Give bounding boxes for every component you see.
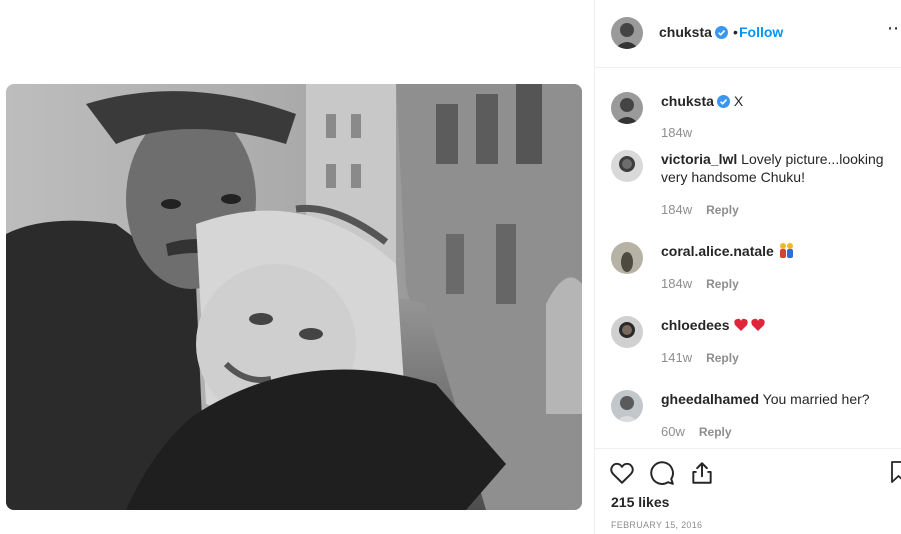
reply-button[interactable]: Reply — [699, 425, 732, 439]
post-date[interactable]: FEBRUARY 15, 2016 — [611, 520, 702, 530]
comment-item: victoria_lwl Lovely picture...looking ve… — [611, 150, 896, 220]
caption-comment: chuksta X 184w — [611, 92, 896, 152]
comment-time[interactable]: 141w — [661, 350, 692, 365]
verified-badge-icon — [714, 26, 728, 39]
comment-avatar[interactable] — [611, 316, 643, 348]
comment-text: chuksta X — [661, 92, 891, 110]
reply-button[interactable]: Reply — [706, 277, 739, 291]
separator-dot: • — [733, 24, 738, 40]
post-sidebar: chuksta • Follow ⋯ chuksta X 184w victor… — [594, 0, 901, 534]
comment-time[interactable]: 184w — [661, 125, 692, 140]
comment-text: coral.alice.natale — [661, 242, 891, 260]
comment-avatar[interactable] — [611, 150, 643, 182]
comment-text: gheedalhamed You married her? — [661, 390, 891, 408]
comment-time[interactable]: 184w — [661, 202, 692, 217]
comment-bubble-icon[interactable] — [649, 460, 675, 486]
bookmark-icon[interactable] — [891, 460, 901, 486]
more-options-icon[interactable]: ⋯ — [887, 19, 901, 37]
comment-avatar[interactable] — [611, 92, 643, 124]
post-header: chuksta • Follow ⋯ — [595, 0, 901, 68]
reply-button[interactable]: Reply — [706, 203, 739, 217]
comment-item: gheedalhamed You married her? 60w Reply — [611, 390, 896, 440]
comment-username[interactable]: chuksta — [661, 93, 714, 109]
comment-meta: 184w Reply — [661, 276, 739, 291]
likes-count[interactable]: 215 likes — [611, 494, 669, 510]
comment-username[interactable]: gheedalhamed — [661, 391, 759, 407]
comment-meta: 60w Reply — [661, 424, 732, 439]
comment-meta: 184w Reply — [661, 202, 739, 217]
comment-item: coral.alice.natale 184w Reply — [611, 242, 896, 292]
comment-item: chloedees 141w Reply — [611, 316, 896, 366]
post-photo[interactable] — [6, 84, 582, 510]
share-icon[interactable] — [689, 460, 715, 486]
like-heart-icon[interactable] — [609, 460, 635, 486]
comment-avatar[interactable] — [611, 242, 643, 274]
photo-pane — [0, 0, 594, 534]
comment-username[interactable]: chloedees — [661, 317, 729, 333]
verified-badge-icon — [716, 95, 730, 108]
comment-text: victoria_lwl Lovely picture...looking ve… — [661, 150, 891, 186]
author-username[interactable]: chuksta — [659, 24, 728, 40]
post-actions: 215 likes FEBRUARY 15, 2016 — [595, 448, 901, 534]
follow-button[interactable]: Follow — [739, 24, 783, 40]
two-hearts-emoji-icon — [734, 318, 766, 331]
comment-meta: 141w Reply — [661, 350, 739, 365]
comment-message: X — [733, 93, 744, 109]
author-avatar[interactable] — [611, 17, 643, 49]
couple-emoji-icon — [779, 243, 793, 258]
comment-avatar[interactable] — [611, 390, 643, 422]
comment-username[interactable]: coral.alice.natale — [661, 243, 774, 259]
comment-message: You married her? — [762, 391, 870, 407]
comment-meta: 184w — [661, 125, 692, 140]
reply-button[interactable]: Reply — [706, 351, 739, 365]
comment-time[interactable]: 184w — [661, 276, 692, 291]
comment-time[interactable]: 60w — [661, 424, 685, 439]
comment-username[interactable]: victoria_lwl — [661, 151, 737, 167]
comment-text: chloedees — [661, 316, 891, 334]
